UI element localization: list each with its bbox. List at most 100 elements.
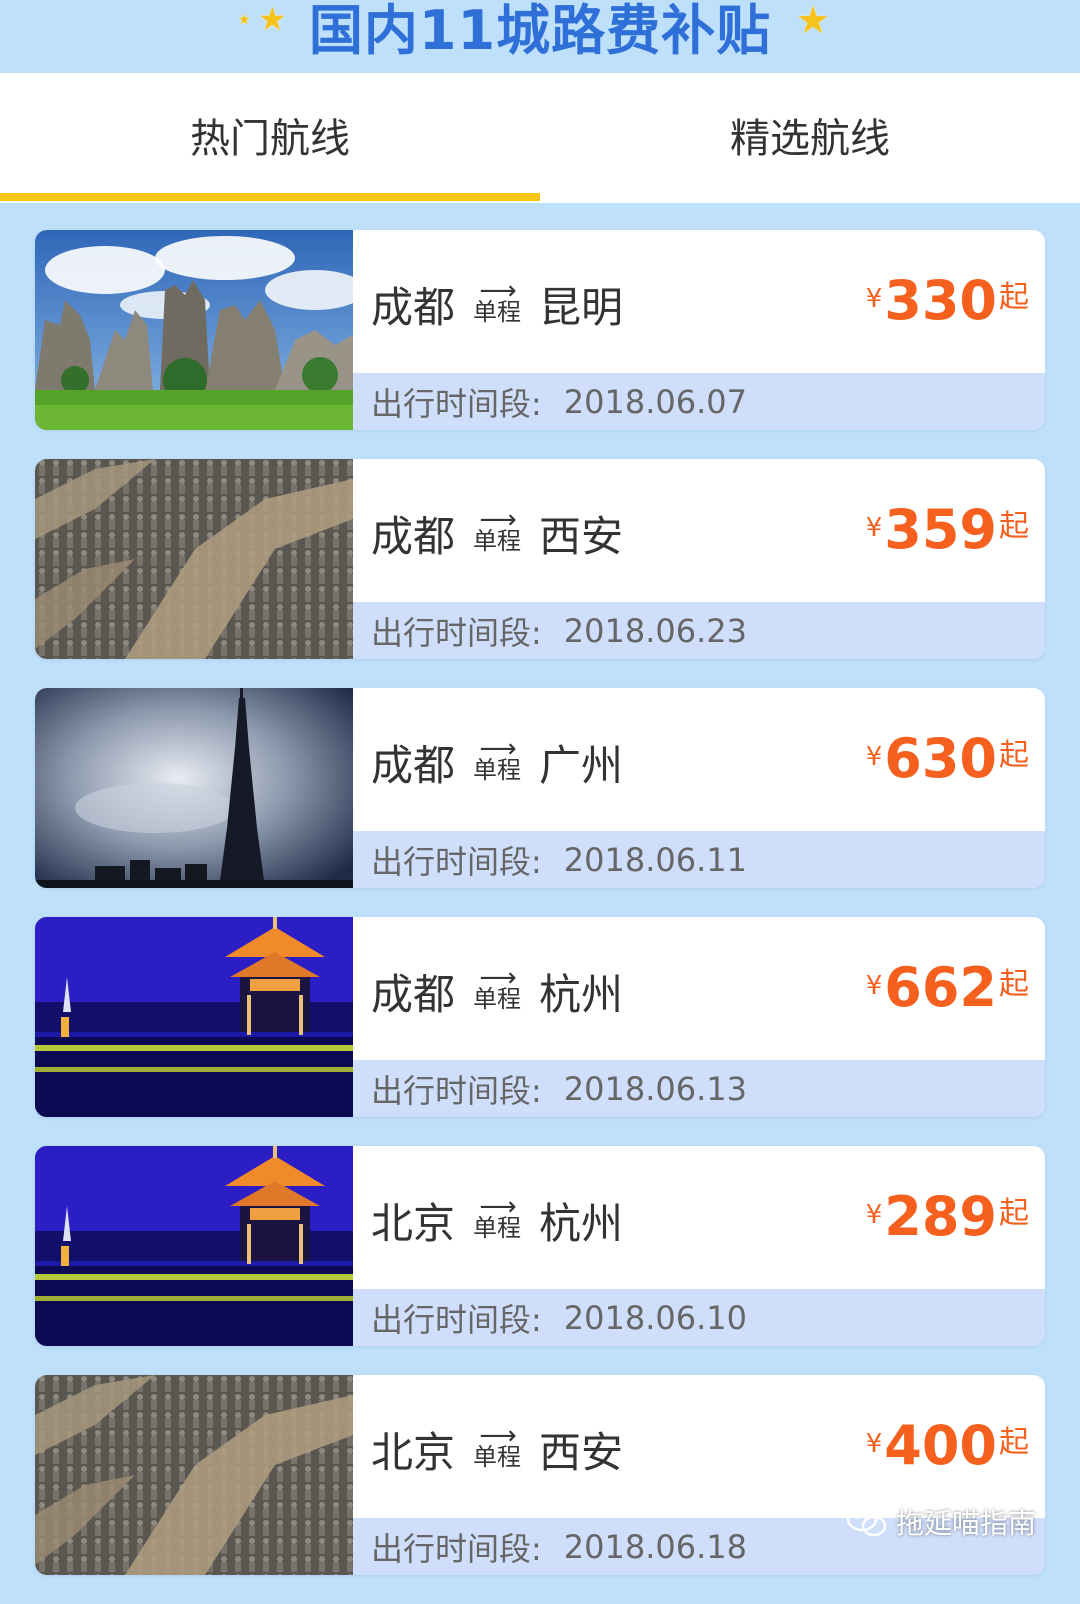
tab-hot-routes[interactable]: 热门航线 (0, 73, 540, 203)
tab-bar: 热门航线 精选航线 (0, 73, 1080, 203)
one-way-label: 单程 (473, 755, 522, 784)
watermark: 拖延喵指南 (846, 1502, 1036, 1542)
period-date: 2018.06.07 (563, 382, 748, 421)
canton-tower-image (35, 688, 353, 888)
one-way-label: 单程 (473, 1442, 522, 1471)
route-card[interactable]: 成都 ⟶ 单程 杭州 ¥ 662 起 出行时间段: 2018.06.13 (35, 917, 1045, 1117)
currency-symbol: ¥ (865, 1200, 883, 1230)
price-suffix: 起 (999, 509, 1029, 544)
route-info: 北京 ⟶ 单程 杭州 ¥ 289 起 (353, 1146, 1045, 1289)
period-date: 2018.06.23 (563, 611, 748, 650)
origin-city: 北京 (371, 1428, 456, 1477)
one-way-badge: ⟶ 单程 (473, 275, 522, 326)
period-date: 2018.06.18 (563, 1527, 748, 1566)
destination-city: 杭州 (539, 1199, 624, 1248)
one-way-badge: ⟶ 单程 (473, 504, 522, 555)
route-cities: 成都 ⟶ 单程 西安 (371, 503, 623, 564)
origin-city: 北京 (371, 1199, 456, 1248)
price-value: 400 (884, 1414, 997, 1477)
destination-city: 西安 (539, 512, 624, 561)
one-way-badge: ⟶ 单程 (473, 1191, 521, 1240)
one-way-badge: ⟶ 单程 (473, 733, 522, 784)
arrow-right-icon: ⟶ (479, 1191, 516, 1222)
terracotta-army-image (35, 1375, 353, 1575)
currency-symbol: ¥ (865, 971, 883, 1001)
period-date: 2018.06.13 (563, 1069, 748, 1108)
price: ¥ 330 起 (866, 272, 1029, 328)
period-label: 出行时间段: (371, 1529, 542, 1568)
price-suffix: 起 (999, 280, 1029, 315)
price-suffix: 起 (999, 1425, 1029, 1460)
route-info: 成都 ⟶ 单程 西安 ¥ 359 起 (353, 459, 1045, 602)
route-info: 成都 ⟶ 单程 杭州 ¥ 662 起 (353, 917, 1045, 1060)
route-info: 成都 ⟶ 单程 广州 ¥ 630 起 (353, 688, 1045, 831)
route-cities: 成都 ⟶ 单程 杭州 (371, 961, 623, 1022)
travel-period: 出行时间段: 2018.06.11 (353, 831, 1045, 888)
west-lake-pavilion-image (35, 917, 353, 1117)
travel-period: 出行时间段: 2018.06.07 (353, 373, 1045, 430)
travel-period: 出行时间段: 2018.06.13 (353, 1060, 1045, 1117)
price-value: 289 (884, 1185, 997, 1248)
tab-label: 热门航线 (190, 116, 350, 162)
one-way-badge: ⟶ 单程 (473, 1420, 522, 1471)
route-card[interactable]: 成都 ⟶ 单程 昆明 ¥ 330 起 出行时间段: 2018.06.07 (35, 230, 1045, 430)
tab-selected-routes[interactable]: 精选航线 (540, 73, 1080, 203)
price: ¥ 662 起 (866, 959, 1029, 1015)
origin-city: 成都 (371, 512, 456, 561)
watermark-text: 拖延喵指南 (895, 1507, 1036, 1540)
period-label: 出行时间段: (371, 613, 542, 652)
terracotta-army-image (35, 459, 353, 659)
price: ¥ 630 起 (866, 730, 1029, 786)
destination-city: 广州 (539, 741, 624, 790)
origin-city: 成都 (371, 970, 456, 1019)
price-value: 662 (884, 956, 997, 1019)
period-date: 2018.06.11 (563, 840, 748, 879)
price-suffix: 起 (999, 738, 1029, 773)
one-way-badge: ⟶ 单程 (473, 962, 522, 1013)
arrow-right-icon: ⟶ (479, 733, 516, 764)
period-label: 出行时间段: (371, 384, 542, 423)
arrow-right-icon: ⟶ (479, 962, 516, 993)
price: ¥ 400 起 (866, 1417, 1029, 1473)
one-way-label: 单程 (473, 984, 522, 1013)
arrow-right-icon: ⟶ (479, 1420, 516, 1451)
one-way-label: 单程 (473, 526, 522, 555)
period-date: 2018.06.10 (563, 1298, 748, 1337)
arrow-right-icon: ⟶ (479, 504, 516, 535)
period-label: 出行时间段: (371, 842, 542, 881)
banner: ★ ★ 国内11城路费补贴 ★ (0, 0, 1080, 73)
currency-symbol: ¥ (865, 742, 883, 772)
price-value: 330 (884, 269, 997, 332)
travel-period: 出行时间段: 2018.06.23 (353, 602, 1045, 659)
page-title: 国内11城路费补贴 (308, 0, 772, 62)
destination-city: 西安 (539, 1428, 624, 1477)
route-cities: 北京 ⟶ 单程 西安 (371, 1419, 623, 1480)
route-card[interactable]: 北京 ⟶ 单程 西安 ¥ 400 起 出行时间段: 2018.06.18 (35, 1375, 1045, 1575)
period-label: 出行时间段: (371, 1071, 542, 1110)
route-info: 成都 ⟶ 单程 昆明 ¥ 330 起 (353, 230, 1045, 373)
one-way-label: 单程 (473, 297, 522, 326)
price-suffix: 起 (999, 967, 1029, 1002)
price-value: 630 (884, 727, 997, 790)
route-list: 成都 ⟶ 单程 昆明 ¥ 330 起 出行时间段: 2018.06.07 成都 … (35, 230, 1045, 1604)
route-info: 北京 ⟶ 单程 西安 ¥ 400 起 (353, 1375, 1045, 1518)
currency-symbol: ¥ (865, 513, 883, 543)
price-value: 359 (884, 498, 997, 561)
tab-label: 精选航线 (730, 116, 890, 162)
destination-city: 昆明 (539, 283, 624, 332)
price: ¥ 289 起 (866, 1188, 1029, 1244)
stone-forest-image (35, 230, 353, 430)
star-icon: ★ (796, 0, 831, 42)
currency-symbol: ¥ (865, 1429, 883, 1459)
travel-period: 出行时间段: 2018.06.10 (353, 1289, 1045, 1346)
arrow-right-icon: ⟶ (479, 275, 516, 306)
route-card[interactable]: 北京 ⟶ 单程 杭州 ¥ 289 起 出行时间段: 2018.06.10 (35, 1146, 1045, 1346)
price-suffix: 起 (999, 1196, 1029, 1231)
route-card[interactable]: 成都 ⟶ 单程 西安 ¥ 359 起 出行时间段: 2018.06.23 (35, 459, 1045, 659)
currency-symbol: ¥ (865, 284, 883, 314)
route-card[interactable]: 成都 ⟶ 单程 广州 ¥ 630 起 出行时间段: 2018.06.11 (35, 688, 1045, 888)
route-cities: 成都 ⟶ 单程 广州 (371, 732, 623, 793)
origin-city: 成都 (371, 283, 456, 332)
destination-city: 杭州 (539, 970, 624, 1019)
west-lake-pavilion-image (35, 1146, 353, 1346)
